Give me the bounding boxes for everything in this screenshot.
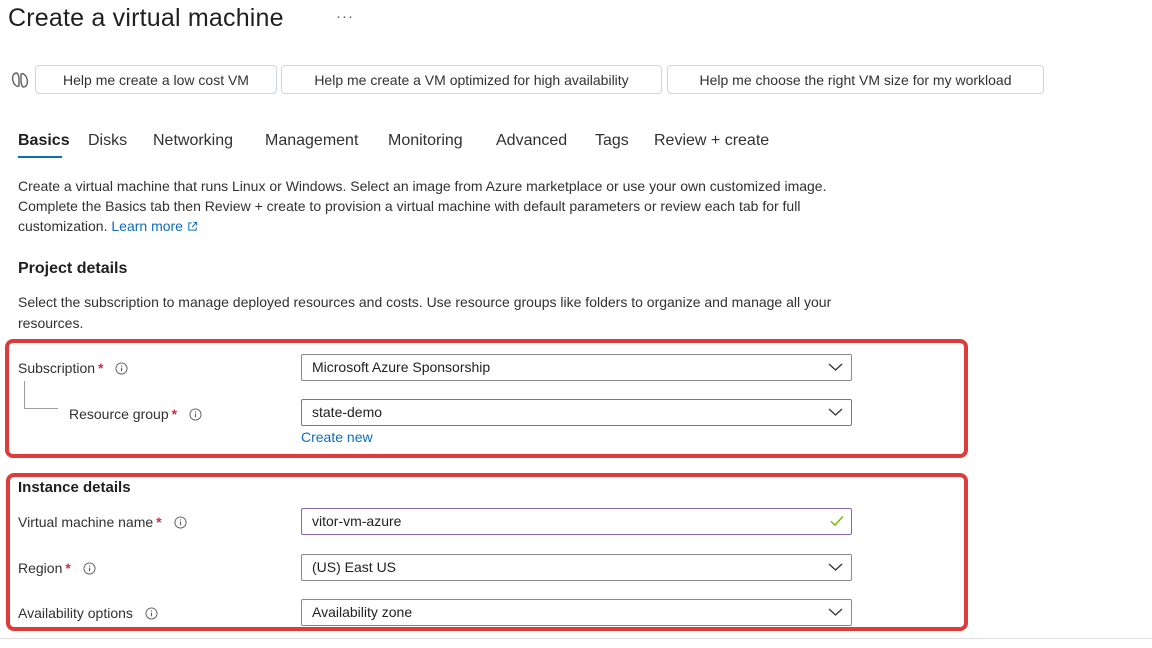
info-icon[interactable] (189, 408, 202, 421)
instance-details-heading: Instance details (18, 479, 131, 496)
tab-basics[interactable]: Basics (18, 132, 70, 150)
region-label: Region * (18, 560, 96, 576)
info-icon[interactable] (83, 562, 96, 575)
info-icon[interactable] (115, 362, 128, 375)
tab-networking[interactable]: Networking (153, 132, 233, 150)
more-options-button[interactable]: ··· (336, 8, 354, 25)
region-select[interactable]: (US) East US (301, 554, 852, 581)
tree-connector (24, 408, 58, 409)
create-new-resource-group-link[interactable]: Create new (301, 429, 373, 445)
required-marker: * (171, 406, 178, 422)
active-tab-indicator (18, 156, 62, 158)
footer-divider (0, 638, 1152, 639)
info-icon[interactable] (173, 516, 187, 529)
suggestion-low-cost-vm-button[interactable]: Help me create a low cost VM (35, 65, 277, 94)
chevron-down-icon (828, 608, 843, 616)
required-marker: * (98, 360, 104, 376)
resource-group-select[interactable]: state-demo (301, 399, 852, 426)
subscription-select[interactable]: Microsoft Azure Sponsorship (301, 354, 852, 381)
availability-options-label: Availability options (18, 605, 158, 621)
chevron-down-icon (828, 363, 843, 371)
subscription-label: Subscription * (18, 360, 128, 376)
tab-tags[interactable]: Tags (595, 132, 629, 150)
page-title: Create a virtual machine (8, 4, 284, 32)
checkmark-icon (830, 516, 844, 526)
suggestion-vm-size-button[interactable]: Help me choose the right VM size for my … (667, 65, 1044, 94)
vm-name-label: Virtual machine name * (18, 514, 187, 530)
required-marker: * (156, 514, 162, 530)
required-marker: * (65, 560, 71, 576)
info-icon[interactable] (145, 607, 158, 620)
suggestion-high-availability-button[interactable]: Help me create a VM optimized for high a… (281, 65, 662, 94)
external-link-icon (188, 221, 198, 231)
tree-connector (24, 381, 25, 409)
tab-management[interactable]: Management (265, 132, 358, 150)
tab-review-create[interactable]: Review + create (654, 132, 769, 150)
project-details-description: Select the subscription to manage deploy… (18, 294, 832, 331)
chevron-down-icon (828, 563, 843, 571)
tab-monitoring[interactable]: Monitoring (388, 132, 463, 150)
copilot-icon (11, 72, 29, 88)
intro-text: Create a virtual machine that runs Linux… (18, 176, 848, 236)
resource-group-label: Resource group * (69, 406, 202, 422)
vm-name-input[interactable]: vitor-vm-azure (301, 508, 852, 535)
chevron-down-icon (828, 408, 843, 416)
learn-more-link[interactable]: Learn more (111, 218, 198, 234)
tab-advanced[interactable]: Advanced (496, 132, 567, 150)
availability-options-select[interactable]: Availability zone (301, 599, 852, 626)
project-details-heading: Project details (18, 260, 128, 277)
tab-disks[interactable]: Disks (88, 132, 127, 150)
